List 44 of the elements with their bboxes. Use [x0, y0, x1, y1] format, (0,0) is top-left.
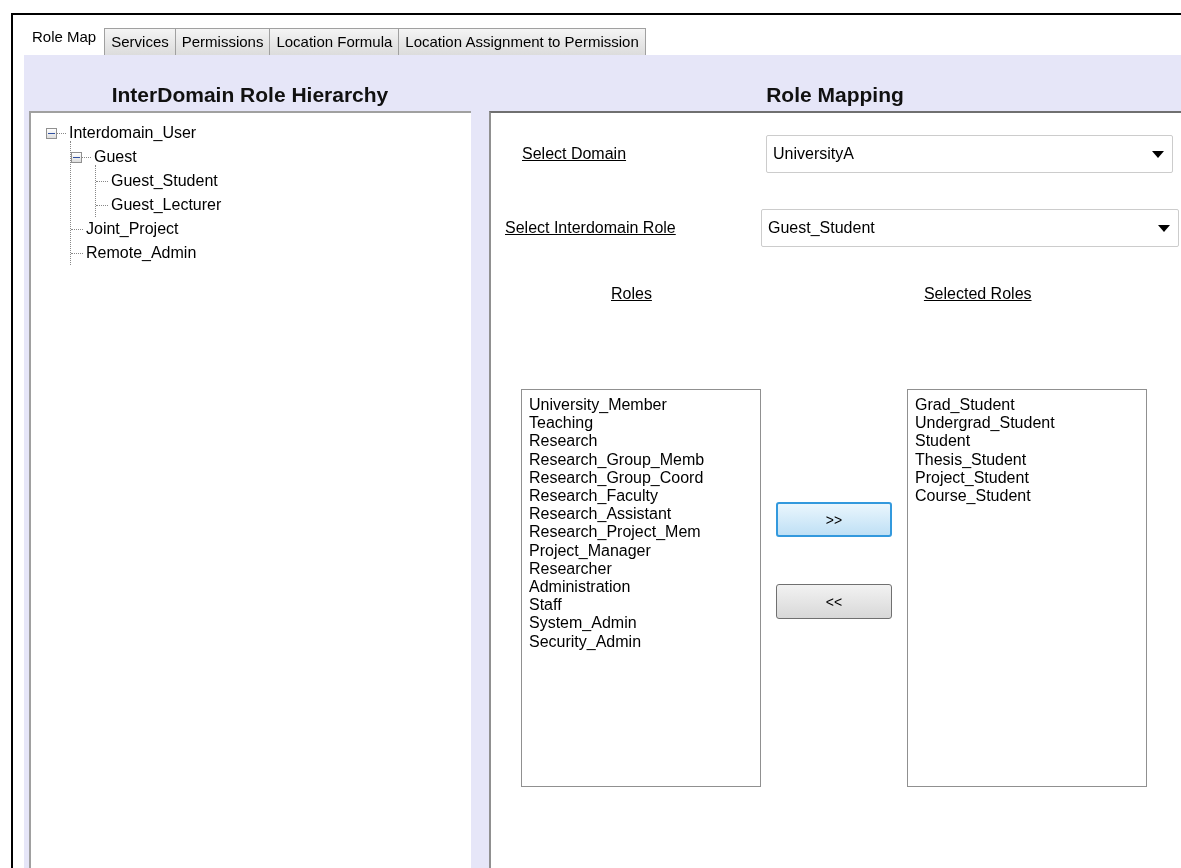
tree-item[interactable]: Guest [94, 148, 137, 166]
list-item[interactable]: Project_Manager [529, 541, 760, 560]
list-item[interactable]: Staff [529, 596, 760, 615]
tree-item[interactable]: Joint_Project [86, 220, 179, 238]
tree-item[interactable]: Guest_Student [111, 172, 218, 190]
list-heading: Roles [611, 285, 652, 303]
list-item[interactable]: Teaching [529, 414, 760, 433]
list-item[interactable]: Research_Project_Mem [529, 523, 760, 542]
list-item[interactable]: Research_Group_Coord [529, 468, 760, 487]
list-item[interactable]: Research_Assistant [529, 505, 760, 524]
list-item[interactable]: University_Member [529, 396, 760, 415]
collapse-icon[interactable] [46, 127, 57, 139]
tab[interactable]: Location Formula [269, 28, 400, 55]
field-label: Select Interdomain Role [505, 219, 677, 237]
panel-title: Role Mapping [765, 82, 905, 108]
list-item[interactable]: Administration [529, 578, 760, 597]
tab[interactable]: Location Assignment to Permission [398, 28, 646, 55]
tab[interactable]: Permissions [174, 28, 271, 55]
list-heading: Selected Roles [923, 285, 1032, 303]
tree-item[interactable]: Interdomain_User [69, 124, 197, 142]
tab[interactable]: Services [104, 28, 176, 55]
panel-title: InterDomain Role Hierarchy [110, 82, 390, 108]
move-button[interactable]: << [776, 584, 892, 619]
list-item[interactable]: Undergrad_Student [915, 414, 1146, 433]
field-label: Select Domain [522, 145, 628, 163]
tree-item[interactable]: Guest_Lecturer [111, 196, 222, 214]
collapse-icon[interactable] [71, 151, 82, 163]
list-item[interactable]: Research [529, 432, 760, 451]
list-item[interactable]: Research_Group_Memb [529, 450, 760, 469]
list-item[interactable]: Researcher [529, 559, 760, 579]
move-button[interactable]: >> [776, 502, 892, 537]
list-item[interactable]: Thesis_Student [915, 450, 1146, 469]
list-item[interactable]: Research_Faculty [529, 487, 760, 506]
caret-icon [1152, 150, 1164, 158]
tree-item[interactable]: Remote_Admin [86, 244, 197, 262]
list-item[interactable]: Student [915, 432, 1146, 451]
caret-icon [1158, 224, 1170, 232]
list-item[interactable]: Course_Student [915, 487, 1146, 506]
domain-dropdown[interactable]: UniversityA [766, 135, 1173, 173]
list-item[interactable]: Security_Admin [529, 632, 760, 651]
list-item[interactable]: Grad_Student [915, 396, 1146, 415]
list-item[interactable]: Project_Student [915, 468, 1146, 487]
list-item[interactable]: System_Admin [529, 614, 760, 633]
role-dropdown[interactable]: Guest_Student [761, 209, 1179, 247]
